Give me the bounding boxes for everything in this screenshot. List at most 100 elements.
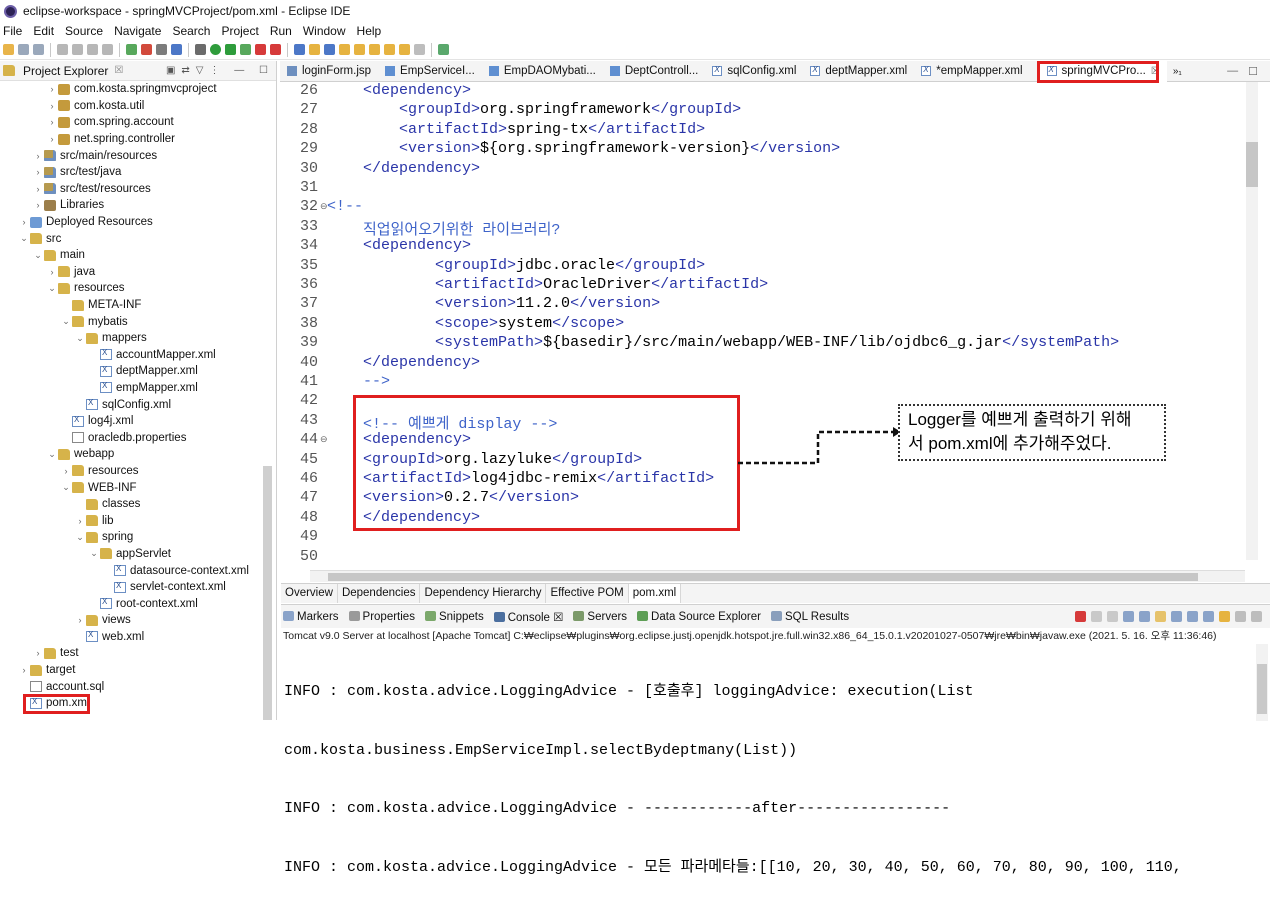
- tree-item[interactable]: servlet-context.xml: [0, 579, 276, 596]
- scroll-thumb[interactable]: [1257, 664, 1267, 714]
- new-icon[interactable]: [3, 44, 14, 55]
- save-all-icon[interactable]: [33, 44, 44, 55]
- menu-window[interactable]: Window: [303, 24, 346, 38]
- chevron-right-icon[interactable]: ›: [46, 117, 58, 127]
- tree-item[interactable]: › target: [0, 662, 276, 679]
- tree-item[interactable]: ⌄ appServlet: [0, 546, 276, 563]
- chevron-right-icon[interactable]: ›: [60, 466, 72, 476]
- back-icon[interactable]: [399, 44, 410, 55]
- suspend-icon[interactable]: [72, 44, 83, 55]
- chevron-right-icon[interactable]: ›: [46, 267, 58, 277]
- tab-sql-results[interactable]: SQL Results: [771, 611, 849, 623]
- menu-run[interactable]: Run: [270, 24, 292, 38]
- tab-overview[interactable]: Overview: [281, 584, 338, 603]
- tree-item[interactable]: root-context.xml: [0, 595, 276, 612]
- tab-loginform[interactable]: loginForm.jsp: [280, 61, 378, 82]
- chevron-right-icon[interactable]: ›: [74, 516, 86, 526]
- tree-item[interactable]: ⌄ main: [0, 247, 276, 264]
- tree-item[interactable]: › test: [0, 645, 276, 662]
- tree-item[interactable]: ⌄ resources: [0, 280, 276, 297]
- chevron-right-icon[interactable]: ›: [74, 615, 86, 625]
- explorer-scrollbar[interactable]: [263, 466, 272, 720]
- tab-properties[interactable]: Properties: [348, 611, 415, 623]
- tree-item[interactable]: ⌄ src: [0, 230, 276, 247]
- word-wrap-icon[interactable]: [1155, 611, 1166, 622]
- tab-pom-xml[interactable]: pom.xml: [628, 584, 682, 603]
- menu-help[interactable]: Help: [357, 24, 382, 38]
- tab-empdao[interactable]: EmpDAOMybati...: [482, 61, 603, 82]
- scroll-thumb[interactable]: [328, 573, 1198, 581]
- chevron-right-icon[interactable]: ›: [32, 184, 44, 194]
- tree-item[interactable]: account.sql: [0, 678, 276, 695]
- build-icon[interactable]: [156, 44, 167, 55]
- tab-markers[interactable]: Markers: [283, 611, 339, 623]
- tree-item[interactable]: ⌄ WEB-INF: [0, 479, 276, 496]
- chevron-down-icon[interactable]: ⌄: [60, 316, 72, 327]
- tab-snippets[interactable]: Snippets: [424, 611, 484, 623]
- refresh-icon[interactable]: [141, 44, 152, 55]
- terminate-icon[interactable]: [1075, 611, 1086, 622]
- tree-item[interactable]: META-INF: [0, 297, 276, 314]
- annotation-icon[interactable]: [339, 44, 350, 55]
- tab-sqlconfig[interactable]: sqlConfig.xml: [705, 61, 803, 82]
- chevron-right-icon[interactable]: ›: [18, 217, 30, 227]
- tab-servers[interactable]: Servers: [573, 611, 627, 623]
- remove-all-icon[interactable]: [1107, 611, 1118, 622]
- last-edit-icon[interactable]: [384, 44, 395, 55]
- scroll-lock-icon[interactable]: [1139, 611, 1150, 622]
- chevron-down-icon[interactable]: ⌄: [74, 532, 86, 543]
- tree-item[interactable]: › java: [0, 264, 276, 281]
- chevron-down-icon[interactable]: ⌄: [74, 333, 86, 344]
- web-browser-icon[interactable]: [171, 44, 182, 55]
- tree-item[interactable]: ⌄ mappers: [0, 330, 276, 347]
- scroll-thumb[interactable]: [1246, 142, 1258, 187]
- tree-item[interactable]: › views: [0, 612, 276, 629]
- perspective-icon[interactable]: [438, 44, 449, 55]
- tree-item[interactable]: › com.kosta.springmvcproject: [0, 81, 276, 98]
- tree-item[interactable]: › Libraries: [0, 197, 276, 214]
- close-icon[interactable]: ☒: [114, 65, 123, 76]
- search-icon[interactable]: [324, 44, 335, 55]
- console-scrollbar[interactable]: [1256, 644, 1268, 721]
- chevron-right-icon[interactable]: ›: [46, 101, 58, 111]
- tree-item[interactable]: empMapper.xml: [0, 380, 276, 397]
- prev-annotation-icon[interactable]: [369, 44, 380, 55]
- run-icon[interactable]: [210, 44, 221, 55]
- next-annotation-icon[interactable]: [354, 44, 365, 55]
- menu-project[interactable]: Project: [221, 24, 258, 38]
- menu-search[interactable]: Search: [172, 24, 210, 38]
- chevron-down-icon[interactable]: ⌄: [88, 548, 100, 559]
- tree-item[interactable]: ⌄ webapp: [0, 446, 276, 463]
- tab-effective-pom[interactable]: Effective POM: [546, 584, 629, 603]
- menu-file[interactable]: File: [3, 24, 22, 38]
- debug-icon[interactable]: [195, 44, 206, 55]
- stop-icon[interactable]: [255, 44, 266, 55]
- tab-dependency-hierarchy[interactable]: Dependency Hierarchy: [420, 584, 547, 603]
- tree-item[interactable]: ⌄ mybatis: [0, 313, 276, 330]
- chevron-down-icon[interactable]: ⌄: [46, 449, 58, 460]
- terminate-icon[interactable]: [87, 44, 98, 55]
- menu-source[interactable]: Source: [65, 24, 103, 38]
- tree-item[interactable]: › src/test/java: [0, 164, 276, 181]
- chevron-down-icon[interactable]: ⌄: [18, 233, 30, 244]
- launch-icon[interactable]: [270, 44, 281, 55]
- disconnect-icon[interactable]: [102, 44, 113, 55]
- maximize-icon[interactable]: ☐: [1248, 65, 1258, 78]
- tree-item[interactable]: accountMapper.xml: [0, 347, 276, 364]
- tree-item[interactable]: › resources: [0, 463, 276, 480]
- tab-deptcontroller[interactable]: DeptControll...: [603, 61, 706, 82]
- tree-item[interactable]: › src/main/resources: [0, 147, 276, 164]
- server-icon[interactable]: [126, 44, 137, 55]
- chevron-right-icon[interactable]: ›: [32, 167, 44, 177]
- chevron-down-icon[interactable]: ⌄: [60, 482, 72, 493]
- editor-horizontal-scrollbar[interactable]: [310, 570, 1245, 582]
- debug-step-icon[interactable]: [57, 44, 68, 55]
- tree-item[interactable]: › net.spring.controller: [0, 131, 276, 148]
- tree-item[interactable]: sqlConfig.xml: [0, 396, 276, 413]
- chevron-down-icon[interactable]: ⌄: [32, 250, 44, 261]
- chevron-right-icon[interactable]: ›: [32, 151, 44, 161]
- tree-item[interactable]: › com.spring.account: [0, 114, 276, 131]
- tree-item[interactable]: › lib: [0, 512, 276, 529]
- chevron-right-icon[interactable]: ›: [32, 200, 44, 210]
- open-type-icon[interactable]: [294, 44, 305, 55]
